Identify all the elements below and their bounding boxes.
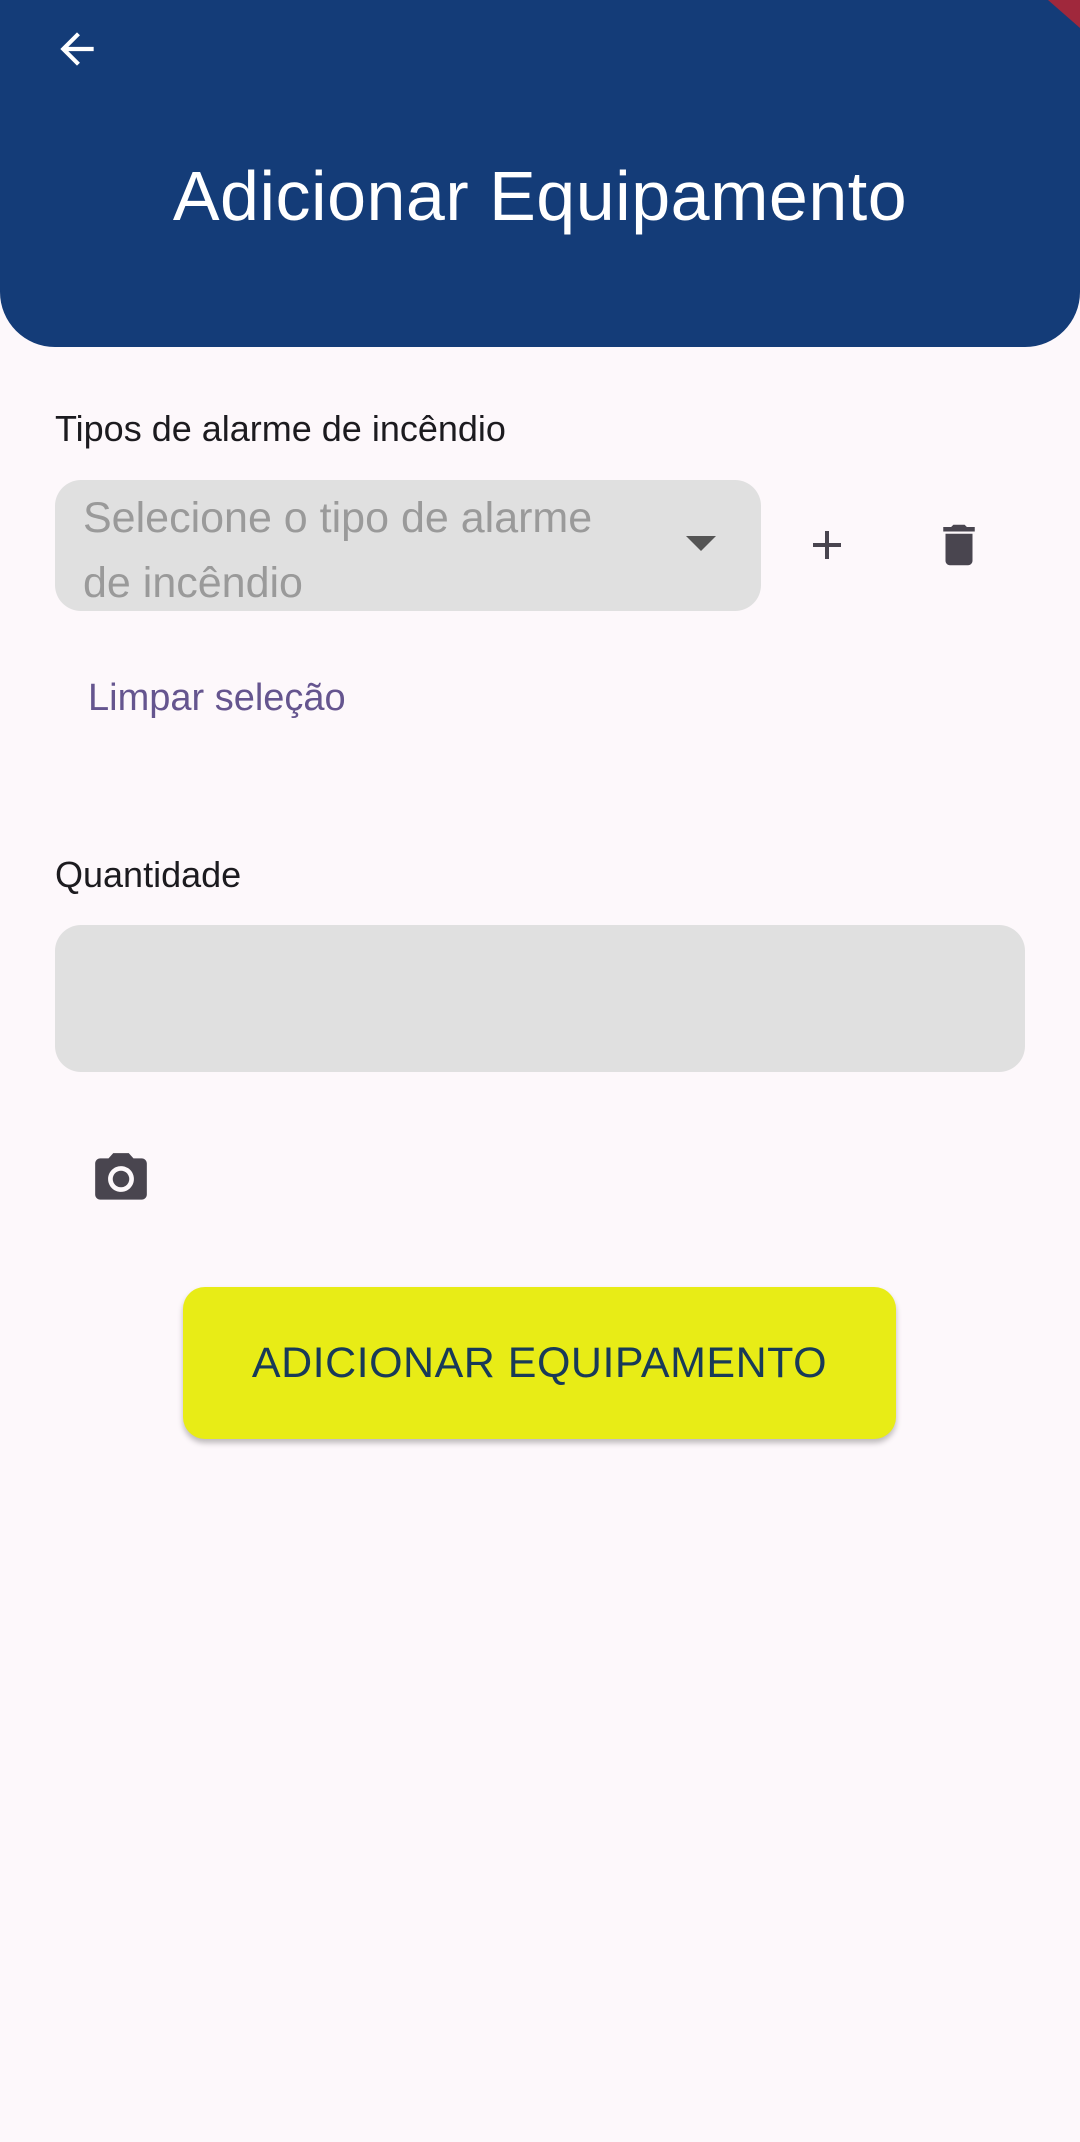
camera-button[interactable] bbox=[80, 1138, 162, 1220]
app-bar: Adicionar Equipamento bbox=[0, 0, 1080, 347]
alarm-type-label: Tipos de alarme de incêndio bbox=[55, 408, 506, 449]
quantity-input[interactable] bbox=[55, 925, 1025, 1072]
plus-icon bbox=[813, 531, 841, 559]
add-equipment-button[interactable]: ADICIONAR EQUIPAMENTO bbox=[183, 1287, 896, 1439]
trash-icon bbox=[943, 524, 975, 566]
dropdown-placeholder: Selecione o tipo de alarme de incêndio bbox=[83, 494, 593, 607]
clear-selection-button[interactable]: Limpar seleção bbox=[88, 677, 346, 720]
page-title: Adicionar Equipamento bbox=[172, 157, 908, 235]
arrow-left-icon bbox=[60, 32, 94, 66]
alarm-type-dropdown[interactable]: Selecione o tipo de alarme de incêndio bbox=[55, 480, 761, 611]
dropdown-arrow-icon bbox=[686, 536, 716, 551]
quantity-label: Quantidade bbox=[55, 854, 242, 895]
delete-alarm-type-button[interactable] bbox=[919, 505, 999, 585]
add-equipment-screen: Adicionar Equipamento Tipos de alarme de… bbox=[0, 0, 1080, 2142]
back-button[interactable] bbox=[44, 16, 110, 82]
add-alarm-type-button[interactable] bbox=[787, 505, 867, 585]
debug-banner-corner bbox=[1040, 0, 1080, 30]
camera-icon bbox=[95, 1153, 147, 1200]
